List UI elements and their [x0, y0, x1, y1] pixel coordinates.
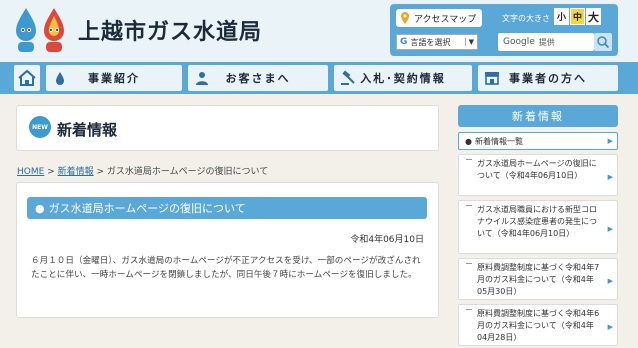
site-header: 上越市ガス水道局 アクセスマップ 文字の大きさ 小 中 大 G 言語を選択 ▼ …	[0, 0, 638, 62]
font-size-label: 文字の大きさ	[502, 14, 550, 23]
breadcrumb: HOME > 新着情報 > ガス水道局ホームページの復旧について	[17, 164, 268, 177]
breadcrumb-separator: >	[47, 167, 55, 177]
article-body: ６月１０日（金曜日）、ガス水道局のホームページが不正アクセスを受け、一部のページ…	[31, 256, 421, 280]
sidebar-heading: 新着情報	[458, 105, 618, 127]
nav-item-bidding[interactable]: 入札･契約情報	[334, 65, 472, 91]
nav-item-label: お客さまへ	[225, 72, 291, 85]
nav-item-contractors[interactable]: 事業者の方へ	[478, 65, 618, 91]
map-pin-icon	[401, 12, 409, 24]
nav-item-label: 事業紹介	[88, 72, 140, 85]
article-heading-text: ガス水道局ホームページの復旧について	[48, 202, 246, 215]
sidebar-news-item[interactable]: 原料費調整制度に基づく令和4年7月のガス料金について（令和4年05月30日） ▶	[458, 258, 618, 300]
nav-item-customers[interactable]: お客さまへ	[188, 65, 328, 91]
article: ● ガス水道局ホームページの復旧について 令和4年06月10日 ６月１０日（金曜…	[16, 182, 439, 318]
arrow-right-icon: ▶	[607, 225, 613, 233]
breadcrumb-separator: >	[96, 167, 105, 177]
sidebar-list-all-link[interactable]: ● 新着情報一覧 ▶	[458, 132, 618, 150]
access-map-button[interactable]: アクセスマップ	[396, 9, 482, 27]
shop-icon	[485, 72, 499, 85]
sidebar-news-item[interactable]: ガス水道局ホームページの復旧について（令和4年06月10日） ▶	[458, 154, 618, 196]
arrow-right-icon: ▶	[607, 137, 613, 145]
gavel-icon	[341, 70, 355, 85]
arrow-right-icon: ▶	[607, 277, 613, 285]
utility-panel: アクセスマップ 文字の大きさ 小 中 大 G 言語を選択 ▼ Google 提供	[390, 4, 618, 56]
breadcrumb-parent-link[interactable]: 新着情報	[58, 167, 94, 177]
chevron-down-icon: ▼	[464, 38, 477, 46]
breadcrumb-home-link[interactable]: HOME	[17, 167, 44, 177]
nav-item-label: 入札･契約情報	[360, 72, 446, 85]
search-brand: Google	[503, 37, 535, 47]
sidebar-news-item-text: ガス水道局ホームページの復旧について（令和4年06月10日）	[477, 159, 597, 180]
sidebar-news-item-text: ガス水道局職員における新型コロナウイルス感染症患者の発生について（令和4年06月…	[477, 205, 597, 238]
font-size-large-button[interactable]: 大	[586, 8, 601, 25]
mascot-logo-icon[interactable]	[10, 4, 72, 56]
home-icon	[18, 69, 36, 86]
site-title[interactable]: 上越市ガス水道局	[78, 14, 262, 46]
page-title: 新着情報	[57, 121, 118, 139]
breadcrumb-current: ガス水道局ホームページの復旧について	[106, 167, 269, 177]
nav-item-label: 事業者の方へ	[509, 72, 587, 85]
sidebar-list-all-label: 新着情報一覧	[474, 136, 523, 146]
font-size-medium-button[interactable]: 中	[570, 8, 585, 25]
article-heading: ● ガス水道局ホームページの復旧について	[27, 197, 427, 219]
sidebar-news-item[interactable]: ガス水道局職員における新型コロナウイルス感染症患者の発生について（令和4年06月…	[458, 200, 618, 254]
arrow-right-icon: ▶	[607, 173, 613, 181]
water-drop-icon	[56, 72, 64, 85]
new-badge: NEW	[29, 116, 51, 138]
sidebar-news-item[interactable]: 原料費調整制度に基づく令和4年6月のガス料金について（令和4年04月28日） ▶	[458, 304, 618, 346]
language-select-label: 言語を選択	[410, 37, 451, 47]
sidebar-news-item-text: 原料費調整制度に基づく令和4年7月のガス料金について（令和4年05月30日）	[477, 263, 600, 296]
global-nav: 事業紹介 お客さまへ 入札･契約情報 事業者の方へ	[0, 62, 638, 94]
bullet-icon: ●	[465, 136, 472, 146]
font-size-small-button[interactable]: 小	[554, 8, 569, 25]
nav-home-button[interactable]	[14, 65, 40, 91]
arrow-right-icon: ▶	[607, 323, 613, 331]
bullet-icon: ●	[35, 201, 45, 215]
language-select[interactable]: G 言語を選択 ▼	[396, 34, 478, 50]
search-icon	[597, 36, 610, 49]
nav-item-business[interactable]: 事業紹介	[46, 65, 182, 91]
search-brand-suffix: 提供	[538, 37, 555, 47]
search-button[interactable]	[594, 33, 612, 51]
person-icon	[196, 72, 208, 85]
access-map-label: アクセスマップ	[414, 14, 477, 25]
page-title-box: NEW 新着情報	[16, 105, 439, 151]
search-input[interactable]: Google 提供	[498, 33, 594, 51]
article-date: 令和4年06月10日	[350, 235, 424, 245]
google-g-icon: G	[400, 37, 408, 47]
sidebar-news-item-text: 原料費調整制度に基づく令和4年6月のガス料金について（令和4年04月28日）	[477, 309, 600, 342]
